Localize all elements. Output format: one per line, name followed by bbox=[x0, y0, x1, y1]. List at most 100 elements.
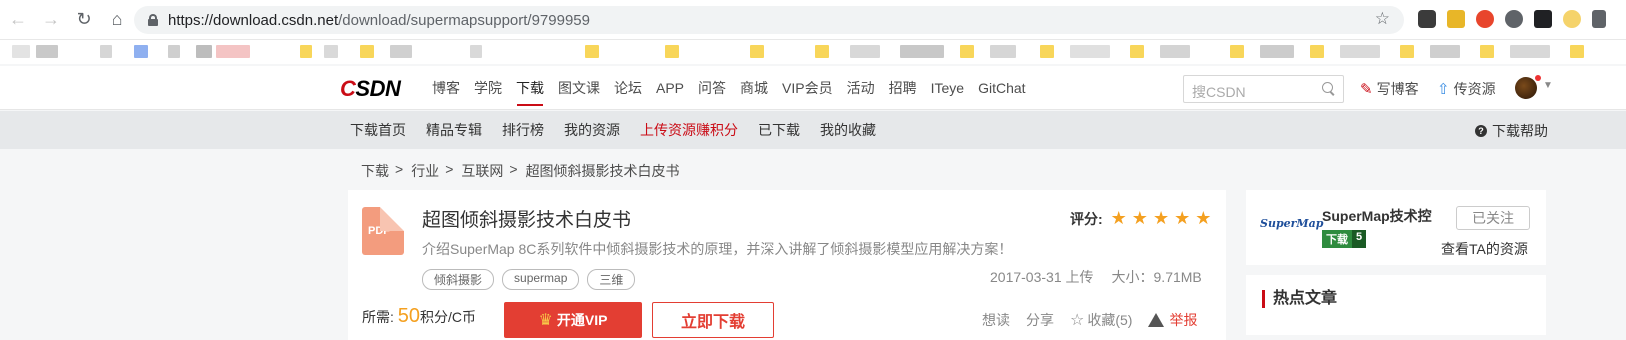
follow-button[interactable]: 已关注 bbox=[1456, 206, 1530, 230]
bookmark-favicon[interactable] bbox=[100, 45, 112, 58]
nav-vip[interactable]: VIP会员 bbox=[775, 66, 840, 110]
extension-icon[interactable] bbox=[1505, 10, 1523, 28]
bookmark-favicon[interactable] bbox=[134, 45, 148, 58]
view-author-resources-link[interactable]: 查看TA的资源 bbox=[1441, 239, 1528, 259]
folder-icon[interactable] bbox=[665, 45, 679, 58]
forward-icon[interactable]: → bbox=[36, 5, 66, 35]
nav-forum[interactable]: 论坛 bbox=[607, 66, 649, 110]
open-vip-button[interactable]: ♛ 开通VIP bbox=[504, 302, 642, 338]
breadcrumb-internet[interactable]: 互联网 bbox=[461, 161, 503, 181]
breadcrumb-industry[interactable]: 行业 bbox=[411, 161, 439, 181]
report-link[interactable]: 举报 bbox=[1148, 310, 1197, 330]
moon-extension-icon[interactable] bbox=[1563, 10, 1581, 28]
bookmark-favicon[interactable] bbox=[470, 45, 482, 58]
share-link[interactable]: 分享 bbox=[1026, 310, 1054, 330]
folder-icon[interactable] bbox=[1130, 45, 1144, 58]
nav-download[interactable]: 下载 bbox=[509, 66, 551, 110]
nav-gitchat[interactable]: GitChat bbox=[971, 66, 1032, 110]
bookmark-favicon[interactable] bbox=[1430, 45, 1460, 58]
notification-dot bbox=[1535, 75, 1541, 81]
back-icon[interactable]: ← bbox=[3, 5, 33, 35]
bookmark-star-icon[interactable]: ☆ bbox=[1375, 9, 1390, 29]
home-icon[interactable]: ⌂ bbox=[102, 5, 132, 35]
tag[interactable]: 三维 bbox=[587, 269, 636, 290]
bookmark-favicon[interactable] bbox=[850, 45, 880, 58]
folder-icon[interactable] bbox=[960, 45, 974, 58]
extension-icon[interactable] bbox=[1534, 10, 1552, 28]
nav-app[interactable]: APP bbox=[649, 66, 691, 110]
reload-icon[interactable]: ↻ bbox=[69, 5, 99, 35]
chevron-down-icon[interactable]: ▼ bbox=[1543, 80, 1553, 91]
want-read-link[interactable]: 想读 bbox=[982, 310, 1010, 330]
bookmark-favicon[interactable] bbox=[1260, 45, 1294, 58]
nav-iteye[interactable]: ITeye bbox=[924, 66, 971, 110]
user-avatar[interactable] bbox=[1515, 77, 1537, 99]
nav-edu[interactable]: 学院 bbox=[467, 66, 509, 110]
folder-icon[interactable] bbox=[360, 45, 374, 58]
subnav-upload-earn[interactable]: 上传资源赚积分 bbox=[630, 111, 748, 149]
breadcrumb: 下载 > 行业 > 互联网 > 超图倾斜摄影技术白皮书 bbox=[361, 161, 680, 181]
subnav-ranking[interactable]: 排行榜 bbox=[492, 111, 554, 149]
author-name[interactable]: SuperMap技术控 bbox=[1322, 206, 1432, 226]
bookmark-favicon[interactable] bbox=[324, 45, 338, 58]
search-input[interactable]: 搜CSDN bbox=[1183, 75, 1344, 103]
bookmark-favicon[interactable] bbox=[196, 45, 212, 58]
extension-icon[interactable] bbox=[1592, 10, 1606, 28]
bookmark-favicon[interactable] bbox=[1160, 45, 1190, 58]
folder-icon[interactable] bbox=[1310, 45, 1324, 58]
bookmark-favicon[interactable] bbox=[168, 45, 180, 58]
favorite-link[interactable]: ☆ 收藏(5) bbox=[1070, 310, 1132, 330]
author-avatar[interactable]: SuperMap bbox=[1260, 217, 1323, 230]
bookmark-favicon[interactable] bbox=[900, 45, 944, 58]
bookmark-favicon[interactable] bbox=[36, 45, 58, 58]
folder-icon[interactable] bbox=[1480, 45, 1494, 58]
folder-icon[interactable] bbox=[300, 45, 312, 58]
rating-stars-icon: ★★★★★ bbox=[1110, 208, 1217, 228]
folder-icon[interactable] bbox=[1400, 45, 1414, 58]
bookmark-favicon[interactable] bbox=[990, 45, 1016, 58]
write-blog-link[interactable]: ✎ 写博客 bbox=[1360, 79, 1419, 99]
folder-icon[interactable] bbox=[1570, 45, 1584, 58]
folder-icon[interactable] bbox=[585, 45, 599, 58]
nav-mall[interactable]: 商城 bbox=[733, 66, 775, 110]
bookmark-favicon[interactable] bbox=[216, 45, 250, 58]
address-bar[interactable]: https://download.csdn.net/download/super… bbox=[134, 6, 1404, 34]
nav-ask[interactable]: 问答 bbox=[691, 66, 733, 110]
resource-actions: 想读 分享 ☆ 收藏(5) 举报 bbox=[982, 310, 1213, 330]
bookmark-favicon[interactable] bbox=[12, 45, 30, 58]
site-header: CSDN 博客 学院 下载 图文课 论坛 APP 问答 商城 VIP会员 活动 … bbox=[0, 66, 1626, 110]
subnav-download-home[interactable]: 下载首页 bbox=[340, 111, 416, 149]
download-now-button[interactable]: 立即下载 bbox=[652, 302, 774, 338]
warning-icon bbox=[1148, 313, 1165, 327]
subnav-favorites[interactable]: 我的收藏 bbox=[810, 111, 886, 149]
subnav-downloaded[interactable]: 已下载 bbox=[748, 111, 810, 149]
tag[interactable]: supermap bbox=[502, 269, 580, 290]
subnav-my-resources[interactable]: 我的资源 bbox=[554, 111, 630, 149]
nav-events[interactable]: 活动 bbox=[840, 66, 882, 110]
breadcrumb-download[interactable]: 下载 bbox=[361, 161, 389, 181]
extension-icon[interactable] bbox=[1447, 10, 1465, 28]
folder-icon[interactable] bbox=[1040, 45, 1054, 58]
nav-gitbook[interactable]: 图文课 bbox=[551, 66, 607, 110]
bookmark-favicon[interactable] bbox=[390, 45, 412, 58]
cost-info: 所需: 50积分/C币 bbox=[362, 305, 477, 327]
crown-icon: ♛ bbox=[538, 312, 553, 329]
bookmark-favicon[interactable] bbox=[1510, 45, 1550, 58]
nav-blog[interactable]: 博客 bbox=[425, 66, 467, 110]
tag[interactable]: 倾斜摄影 bbox=[422, 269, 495, 290]
upload-resource-link[interactable]: ⇧ 传资源 bbox=[1437, 79, 1496, 99]
folder-icon[interactable] bbox=[815, 45, 829, 58]
csdn-logo[interactable]: CSDN bbox=[340, 76, 401, 102]
folder-icon[interactable] bbox=[750, 45, 764, 58]
main-nav: 博客 学院 下载 图文课 论坛 APP 问答 商城 VIP会员 活动 招聘 IT… bbox=[425, 66, 1033, 110]
folder-icon[interactable] bbox=[1230, 45, 1244, 58]
download-help-link[interactable]: ? 下载帮助 bbox=[1475, 121, 1548, 141]
rating-label: 评分: bbox=[1070, 210, 1103, 227]
pocket-extension-icon[interactable] bbox=[1418, 10, 1436, 28]
subnav-featured[interactable]: 精品专辑 bbox=[416, 111, 492, 149]
nav-jobs[interactable]: 招聘 bbox=[882, 66, 924, 110]
bookmark-favicon[interactable] bbox=[1070, 45, 1110, 58]
search-icon[interactable] bbox=[1322, 82, 1335, 95]
extension-icon[interactable] bbox=[1476, 10, 1494, 28]
bookmark-favicon[interactable] bbox=[1340, 45, 1380, 58]
